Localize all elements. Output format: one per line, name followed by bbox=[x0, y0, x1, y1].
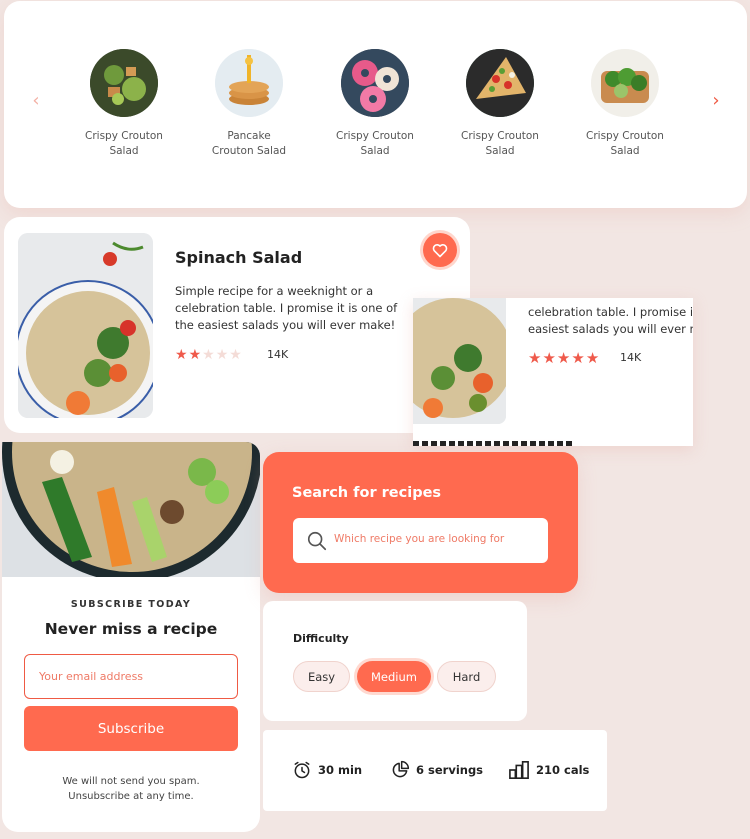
rating-count: 14K bbox=[267, 348, 289, 361]
search-icon bbox=[307, 531, 327, 551]
clipped-text-fragment bbox=[413, 441, 573, 446]
carousel-next-button[interactable]: › bbox=[706, 91, 726, 111]
subscribe-hero-image bbox=[2, 442, 260, 577]
difficulty-option-hard[interactable]: Hard bbox=[437, 661, 496, 692]
recipe-card-partial[interactable]: celebration table. I promise it easiest s… bbox=[413, 298, 693, 446]
search-title: Search for recipes bbox=[292, 485, 442, 501]
subscribe-card: SUBSCRIBE TODAY Never miss a recipe Your… bbox=[2, 442, 260, 832]
subscribe-note: We will not send you spam. Unsubscribe at… bbox=[2, 774, 260, 804]
search-input[interactable]: Which recipe you are looking for bbox=[293, 518, 548, 563]
description-line: celebration table. I promise it bbox=[528, 305, 693, 319]
salad-image bbox=[90, 49, 158, 117]
carousel-item-label: Salad bbox=[109, 145, 139, 157]
subscribe-kicker: SUBSCRIBE TODAY bbox=[70, 599, 192, 610]
stat-time-value: 30 min bbox=[318, 763, 363, 777]
note-line: We will not send you spam. bbox=[62, 776, 200, 787]
email-placeholder: Your email address bbox=[39, 670, 144, 683]
star-filled-icon: ★ bbox=[175, 347, 189, 363]
star-filled-icon: ★ bbox=[542, 349, 557, 367]
carousel-item-label: Crispy Crouton bbox=[461, 130, 539, 142]
recipe-card[interactable]: Spinach Salad Simple recipe for a weekni… bbox=[4, 217, 470, 433]
difficulty-option-medium[interactable]: Medium bbox=[357, 661, 431, 692]
carousel-item[interactable]: Crispy Crouton Salad bbox=[445, 49, 555, 159]
carousel-item-label: Salad bbox=[485, 145, 515, 157]
difficulty-option-easy[interactable]: Easy bbox=[293, 661, 350, 692]
difficulty-card: Difficulty Easy Medium Hard bbox=[263, 601, 527, 721]
rating-stars: ★★★★★ bbox=[175, 347, 243, 363]
stat-servings: 6 servings bbox=[390, 760, 483, 780]
stat-calories-value: 210 cals bbox=[536, 763, 590, 777]
chevron-left-icon: ‹ bbox=[32, 90, 40, 111]
star-filled-icon: ★ bbox=[571, 349, 586, 367]
carousel-item[interactable]: Crispy Crouton Salad bbox=[570, 49, 680, 159]
stat-servings-value: 6 servings bbox=[416, 763, 484, 777]
recipe-description: Simple recipe for a weeknight or a celeb… bbox=[175, 284, 398, 332]
star-empty-icon: ★ bbox=[215, 347, 230, 363]
carousel-item-label: Crispy Crouton bbox=[336, 130, 414, 142]
pie-chart-icon bbox=[392, 760, 410, 778]
carousel-prev-button[interactable]: ‹ bbox=[26, 91, 46, 111]
carousel-item-label: Salad bbox=[610, 145, 640, 157]
star-filled-icon: ★ bbox=[528, 349, 543, 367]
chevron-right-icon: › bbox=[712, 90, 720, 111]
stat-calories: 210 cals bbox=[508, 760, 589, 780]
carousel-item-label: Crispy Crouton bbox=[85, 130, 163, 142]
carousel-item[interactable]: Pancake Crouton Salad bbox=[194, 49, 304, 159]
carousel-item[interactable]: Crispy Crouton Salad bbox=[320, 49, 430, 159]
alarm-clock-icon bbox=[294, 761, 310, 779]
carousel-item[interactable]: Crispy Crouton Salad bbox=[69, 49, 179, 159]
stat-time: 30 min bbox=[292, 760, 362, 780]
search-placeholder: Which recipe you are looking for bbox=[334, 533, 505, 545]
star-filled-icon: ★ bbox=[188, 347, 203, 363]
favorite-button[interactable] bbox=[423, 233, 457, 267]
toast-image bbox=[591, 49, 659, 117]
category-carousel: ‹ Crispy Crouton Salad Pancake Crouton Sal… bbox=[4, 1, 747, 208]
rating-count: 14K bbox=[620, 351, 642, 364]
difficulty-title: Difficulty bbox=[293, 632, 349, 645]
carousel-item-label: Salad bbox=[360, 145, 390, 157]
carousel-item-label: Crispy Crouton bbox=[586, 130, 664, 142]
recipe-description: celebration table. I promise it easiest s… bbox=[528, 298, 693, 338]
subscribe-button[interactable]: Subscribe bbox=[24, 706, 238, 751]
recipe-photo bbox=[18, 233, 153, 418]
donut-image bbox=[341, 49, 409, 117]
recipe-stats-card: 30 min 6 servings 210 cals bbox=[263, 730, 607, 811]
rating-stars: ★★★★★ bbox=[528, 349, 600, 367]
star-filled-icon: ★ bbox=[556, 349, 572, 367]
star-empty-icon: ★ bbox=[202, 347, 216, 363]
search-card: Search for recipes Which recipe you are … bbox=[263, 452, 578, 593]
carousel-item-label: Crouton Salad bbox=[211, 145, 287, 157]
email-field[interactable]: Your email address bbox=[24, 654, 238, 699]
recipe-photo bbox=[413, 298, 506, 424]
pancake-image bbox=[215, 49, 283, 117]
recipe-title: Spinach Salad bbox=[175, 248, 303, 267]
bruschetta-image bbox=[466, 49, 534, 117]
heart-icon bbox=[432, 243, 448, 257]
carousel-item-label: Pancake bbox=[227, 130, 271, 142]
note-line: Unsubscribe at any time. bbox=[68, 791, 194, 802]
description-line: easiest salads you will ever m bbox=[528, 322, 693, 336]
subscribe-title: Never miss a recipe bbox=[44, 620, 218, 638]
bar-chart-icon bbox=[509, 761, 529, 779]
star-filled-icon: ★ bbox=[585, 349, 601, 367]
star-empty-icon: ★ bbox=[229, 347, 243, 363]
